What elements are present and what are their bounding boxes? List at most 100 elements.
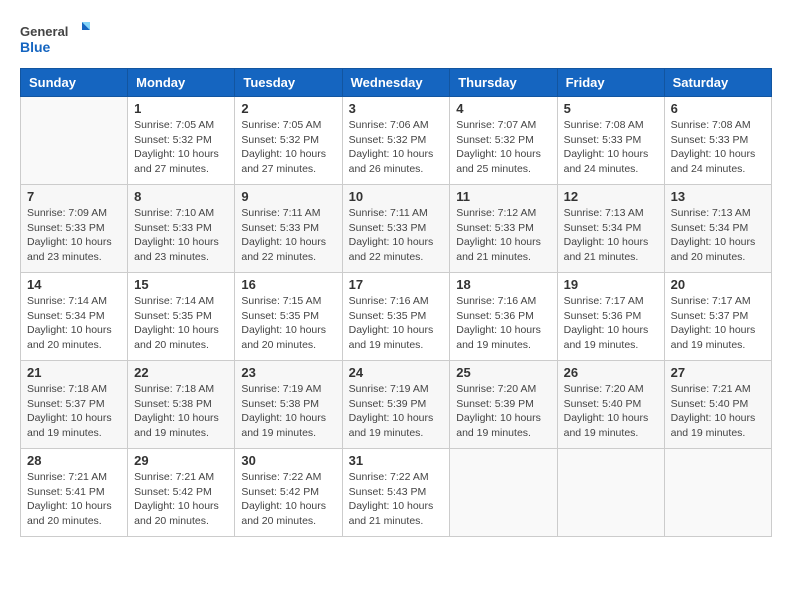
calendar-cell: 31 Sunrise: 7:22 AM Sunset: 5:43 PM Dayli…: [342, 449, 450, 537]
day-number: 25: [456, 365, 550, 380]
calendar-cell: 12 Sunrise: 7:13 AM Sunset: 5:34 PM Dayli…: [557, 185, 664, 273]
day-info: Sunrise: 7:19 AM Sunset: 5:39 PM Dayligh…: [349, 382, 444, 441]
calendar-cell: 28 Sunrise: 7:21 AM Sunset: 5:41 PM Dayli…: [21, 449, 128, 537]
day-number: 14: [27, 277, 121, 292]
calendar-cell: 7 Sunrise: 7:09 AM Sunset: 5:33 PM Daylig…: [21, 185, 128, 273]
day-number: 21: [27, 365, 121, 380]
header-day: Monday: [128, 69, 235, 97]
day-info: Sunrise: 7:05 AM Sunset: 5:32 PM Dayligh…: [134, 118, 228, 177]
day-number: 8: [134, 189, 228, 204]
day-info: Sunrise: 7:16 AM Sunset: 5:36 PM Dayligh…: [456, 294, 550, 353]
calendar-cell: 3 Sunrise: 7:06 AM Sunset: 5:32 PM Daylig…: [342, 97, 450, 185]
day-number: 13: [671, 189, 765, 204]
day-number: 31: [349, 453, 444, 468]
calendar-cell: 17 Sunrise: 7:16 AM Sunset: 5:35 PM Dayli…: [342, 273, 450, 361]
day-number: 5: [564, 101, 658, 116]
calendar-cell: 20 Sunrise: 7:17 AM Sunset: 5:37 PM Dayli…: [664, 273, 771, 361]
day-info: Sunrise: 7:15 AM Sunset: 5:35 PM Dayligh…: [241, 294, 335, 353]
calendar-cell: 18 Sunrise: 7:16 AM Sunset: 5:36 PM Dayli…: [450, 273, 557, 361]
calendar-cell: 27Sunrise: 7:21 AM Sunset: 5:40 PM Dayli…: [664, 361, 771, 449]
day-info: Sunrise: 7:21 AM Sunset: 5:41 PM Dayligh…: [27, 470, 121, 529]
calendar-cell: 9 Sunrise: 7:11 AM Sunset: 5:33 PM Daylig…: [235, 185, 342, 273]
calendar-cell: 4 Sunrise: 7:07 AM Sunset: 5:32 PM Daylig…: [450, 97, 557, 185]
calendar-cell: [21, 97, 128, 185]
day-info: Sunrise: 7:11 AM Sunset: 5:33 PM Dayligh…: [241, 206, 335, 265]
calendar-cell: 21 Sunrise: 7:18 AM Sunset: 5:37 PM Dayli…: [21, 361, 128, 449]
day-info: Sunrise: 7:05 AM Sunset: 5:32 PM Dayligh…: [241, 118, 335, 177]
day-number: 29: [134, 453, 228, 468]
svg-text:Blue: Blue: [20, 39, 51, 55]
day-number: 24: [349, 365, 444, 380]
day-number: 9: [241, 189, 335, 204]
calendar-cell: 14 Sunrise: 7:14 AM Sunset: 5:34 PM Dayli…: [21, 273, 128, 361]
header-day: Friday: [557, 69, 664, 97]
calendar-cell: 13 Sunrise: 7:13 AM Sunset: 5:34 PM Dayli…: [664, 185, 771, 273]
day-info: Sunrise: 7:14 AM Sunset: 5:34 PM Dayligh…: [27, 294, 121, 353]
svg-text:General: General: [20, 24, 68, 39]
day-info: Sunrise: 7:21 AM Sunset: 5:42 PM Dayligh…: [134, 470, 228, 529]
day-info: Sunrise: 7:20 AM Sunset: 5:40 PM Dayligh…: [564, 382, 658, 441]
day-info: Sunrise: 7:16 AM Sunset: 5:35 PM Dayligh…: [349, 294, 444, 353]
day-info: Sunrise: 7:08 AM Sunset: 5:33 PM Dayligh…: [564, 118, 658, 177]
calendar-cell: 11 Sunrise: 7:12 AM Sunset: 5:33 PM Dayli…: [450, 185, 557, 273]
day-number: 10: [349, 189, 444, 204]
calendar-cell: 19Sunrise: 7:17 AM Sunset: 5:36 PM Dayli…: [557, 273, 664, 361]
day-info: Sunrise: 7:10 AM Sunset: 5:33 PM Dayligh…: [134, 206, 228, 265]
calendar-cell: 1Sunrise: 7:05 AM Sunset: 5:32 PM Daylig…: [128, 97, 235, 185]
calendar-cell: 22Sunrise: 7:18 AM Sunset: 5:38 PM Dayli…: [128, 361, 235, 449]
calendar-cell: 25 Sunrise: 7:20 AM Sunset: 5:39 PM Dayli…: [450, 361, 557, 449]
calendar-cell: 10 Sunrise: 7:11 AM Sunset: 5:33 PM Dayli…: [342, 185, 450, 273]
calendar-cell: 24 Sunrise: 7:19 AM Sunset: 5:39 PM Dayli…: [342, 361, 450, 449]
calendar-week: 7 Sunrise: 7:09 AM Sunset: 5:33 PM Daylig…: [21, 185, 772, 273]
day-info: Sunrise: 7:20 AM Sunset: 5:39 PM Dayligh…: [456, 382, 550, 441]
day-info: Sunrise: 7:07 AM Sunset: 5:32 PM Dayligh…: [456, 118, 550, 177]
day-number: 20: [671, 277, 765, 292]
day-number: 12: [564, 189, 658, 204]
day-info: Sunrise: 7:14 AM Sunset: 5:35 PM Dayligh…: [134, 294, 228, 353]
calendar-cell: 15 Sunrise: 7:14 AM Sunset: 5:35 PM Dayli…: [128, 273, 235, 361]
day-info: Sunrise: 7:17 AM Sunset: 5:37 PM Dayligh…: [671, 294, 765, 353]
day-info: Sunrise: 7:13 AM Sunset: 5:34 PM Dayligh…: [671, 206, 765, 265]
day-info: Sunrise: 7:06 AM Sunset: 5:32 PM Dayligh…: [349, 118, 444, 177]
calendar-cell: 2Sunrise: 7:05 AM Sunset: 5:32 PM Daylig…: [235, 97, 342, 185]
calendar-week: 21 Sunrise: 7:18 AM Sunset: 5:37 PM Dayli…: [21, 361, 772, 449]
day-number: 3: [349, 101, 444, 116]
calendar-cell: 23Sunrise: 7:19 AM Sunset: 5:38 PM Dayli…: [235, 361, 342, 449]
day-number: 30: [241, 453, 335, 468]
day-info: Sunrise: 7:22 AM Sunset: 5:43 PM Dayligh…: [349, 470, 444, 529]
day-number: 17: [349, 277, 444, 292]
day-info: Sunrise: 7:13 AM Sunset: 5:34 PM Dayligh…: [564, 206, 658, 265]
day-number: 19: [564, 277, 658, 292]
day-info: Sunrise: 7:09 AM Sunset: 5:33 PM Dayligh…: [27, 206, 121, 265]
calendar-cell: [664, 449, 771, 537]
day-number: 11: [456, 189, 550, 204]
day-number: 26: [564, 365, 658, 380]
calendar-cell: 8 Sunrise: 7:10 AM Sunset: 5:33 PM Daylig…: [128, 185, 235, 273]
day-number: 18: [456, 277, 550, 292]
calendar-cell: 16 Sunrise: 7:15 AM Sunset: 5:35 PM Dayli…: [235, 273, 342, 361]
header-row: SundayMondayTuesdayWednesdayThursdayFrid…: [21, 69, 772, 97]
calendar-cell: [557, 449, 664, 537]
day-info: Sunrise: 7:11 AM Sunset: 5:33 PM Dayligh…: [349, 206, 444, 265]
page-header: General Blue: [20, 20, 772, 60]
day-number: 4: [456, 101, 550, 116]
calendar-cell: 30Sunrise: 7:22 AM Sunset: 5:42 PM Dayli…: [235, 449, 342, 537]
day-number: 28: [27, 453, 121, 468]
day-info: Sunrise: 7:12 AM Sunset: 5:33 PM Dayligh…: [456, 206, 550, 265]
calendar-week: 28 Sunrise: 7:21 AM Sunset: 5:41 PM Dayli…: [21, 449, 772, 537]
day-info: Sunrise: 7:08 AM Sunset: 5:33 PM Dayligh…: [671, 118, 765, 177]
day-number: 6: [671, 101, 765, 116]
day-number: 16: [241, 277, 335, 292]
header-day: Thursday: [450, 69, 557, 97]
day-info: Sunrise: 7:18 AM Sunset: 5:37 PM Dayligh…: [27, 382, 121, 441]
day-number: 22: [134, 365, 228, 380]
calendar-cell: 5 Sunrise: 7:08 AM Sunset: 5:33 PM Daylig…: [557, 97, 664, 185]
day-info: Sunrise: 7:21 AM Sunset: 5:40 PM Dayligh…: [671, 382, 765, 441]
day-number: 7: [27, 189, 121, 204]
calendar-cell: 29 Sunrise: 7:21 AM Sunset: 5:42 PM Dayli…: [128, 449, 235, 537]
day-number: 15: [134, 277, 228, 292]
header-day: Tuesday: [235, 69, 342, 97]
day-number: 23: [241, 365, 335, 380]
header-day: Wednesday: [342, 69, 450, 97]
header-day: Saturday: [664, 69, 771, 97]
